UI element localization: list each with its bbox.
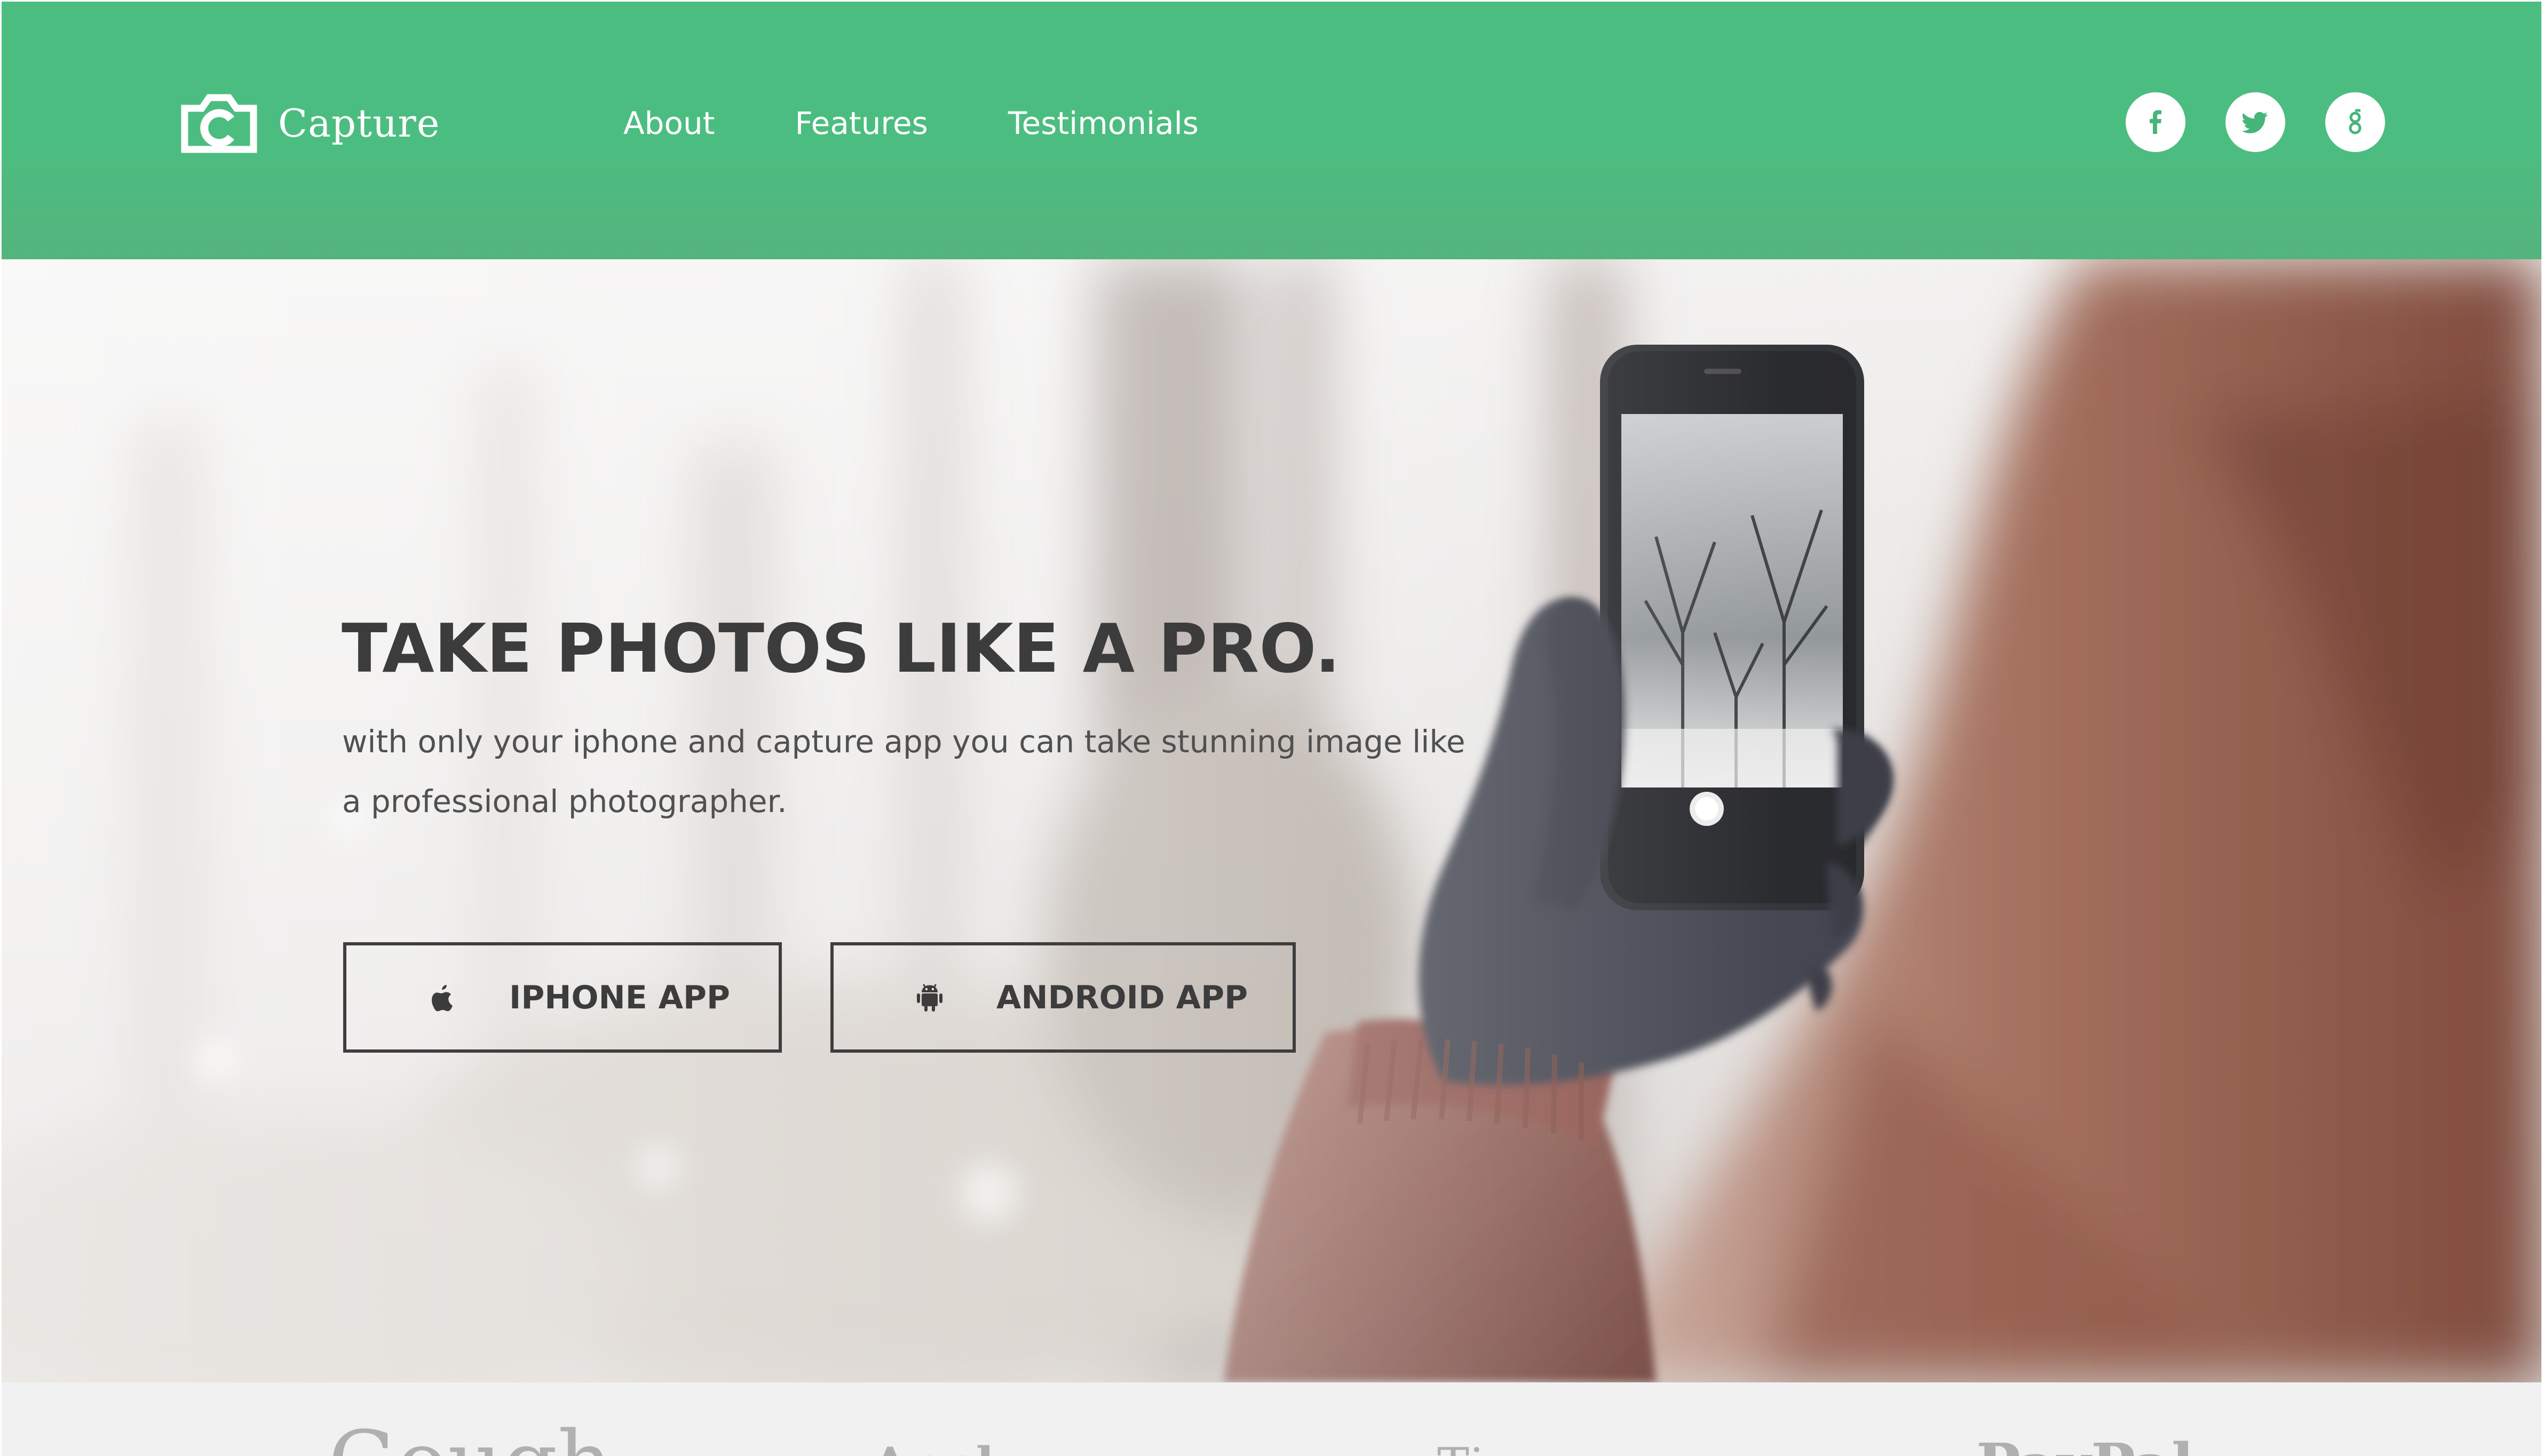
iphone-app-button[interactable]: IPHONE APP xyxy=(343,942,782,1053)
nav-features[interactable]: Features xyxy=(795,102,928,145)
facebook-icon xyxy=(2150,110,2161,134)
hero-subtitle: with only your iphone and capture app yo… xyxy=(342,723,1465,820)
hero-title: TAKE PHOTOS LIKE A PRO. xyxy=(342,609,1341,688)
social-links xyxy=(2126,92,2385,152)
apple-icon xyxy=(432,984,453,1011)
android-app-label: ANDROID APP xyxy=(996,978,1248,1016)
press-logo: Gough xyxy=(328,1420,613,1456)
main-nav: About Features Testimonials xyxy=(623,102,1199,145)
press-logo: Apple xyxy=(872,1441,1025,1456)
press-logo: PayPal xyxy=(1976,1436,2194,1456)
brand-logo[interactable]: Capture xyxy=(180,92,440,154)
nav-testimonials[interactable]: Testimonials xyxy=(1008,102,1199,145)
android-icon xyxy=(917,984,942,1012)
iphone-app-label: IPHONE APP xyxy=(509,978,730,1016)
press-logo-strip: Gough Apple Times PayPal xyxy=(2,1382,2541,1456)
android-app-button[interactable]: ANDROID APP xyxy=(830,942,1296,1053)
press-logo: Times xyxy=(1437,1442,1583,1456)
site-header: Capture About Features Testimonials xyxy=(2,2,2541,259)
camera-logo-icon xyxy=(181,94,257,153)
twitter-icon xyxy=(2241,112,2268,133)
landing-page: Capture About Features Testimonials TAKE… xyxy=(0,0,2543,1456)
google-plus-icon xyxy=(2349,109,2362,134)
facebook-button[interactable] xyxy=(2126,92,2185,152)
brand-name: Capture xyxy=(278,100,440,146)
twitter-button[interactable] xyxy=(2225,92,2285,152)
nav-about[interactable]: About xyxy=(623,102,715,145)
google-plus-button[interactable] xyxy=(2325,92,2385,152)
hero-section: TAKE PHOTOS LIKE A PRO. with only your i… xyxy=(2,259,2541,1382)
